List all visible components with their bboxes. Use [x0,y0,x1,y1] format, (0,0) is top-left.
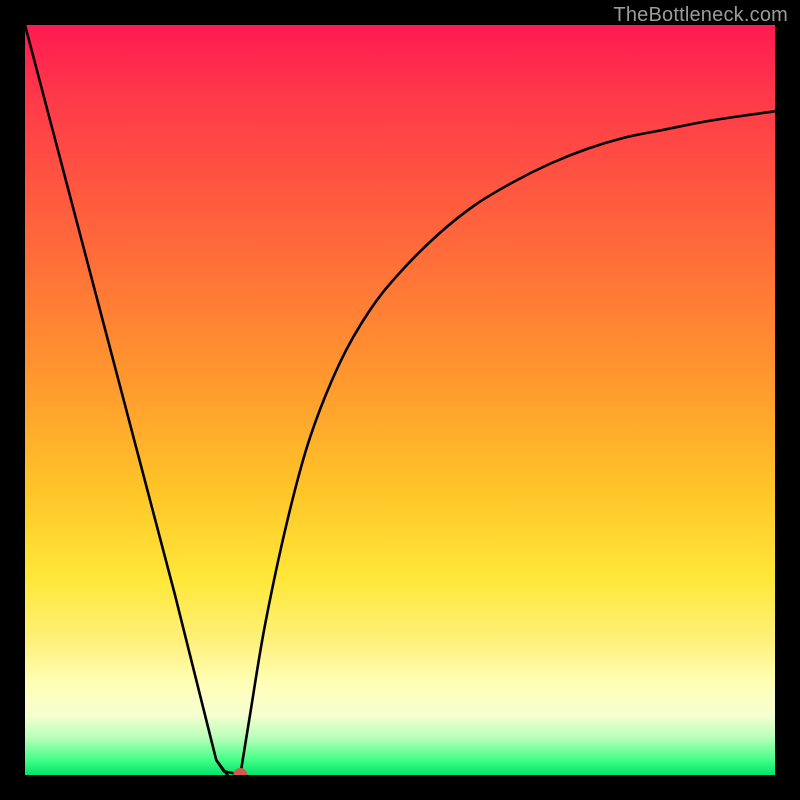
valley-marker-dot [233,768,247,775]
right-branch-line [240,111,775,775]
curve-group [25,25,775,775]
left-branch-line [25,25,228,775]
curve-svg [25,25,775,775]
plot-area [25,25,775,775]
watermark-text: TheBottleneck.com [613,4,788,27]
chart-stage: TheBottleneck.com [0,0,800,800]
